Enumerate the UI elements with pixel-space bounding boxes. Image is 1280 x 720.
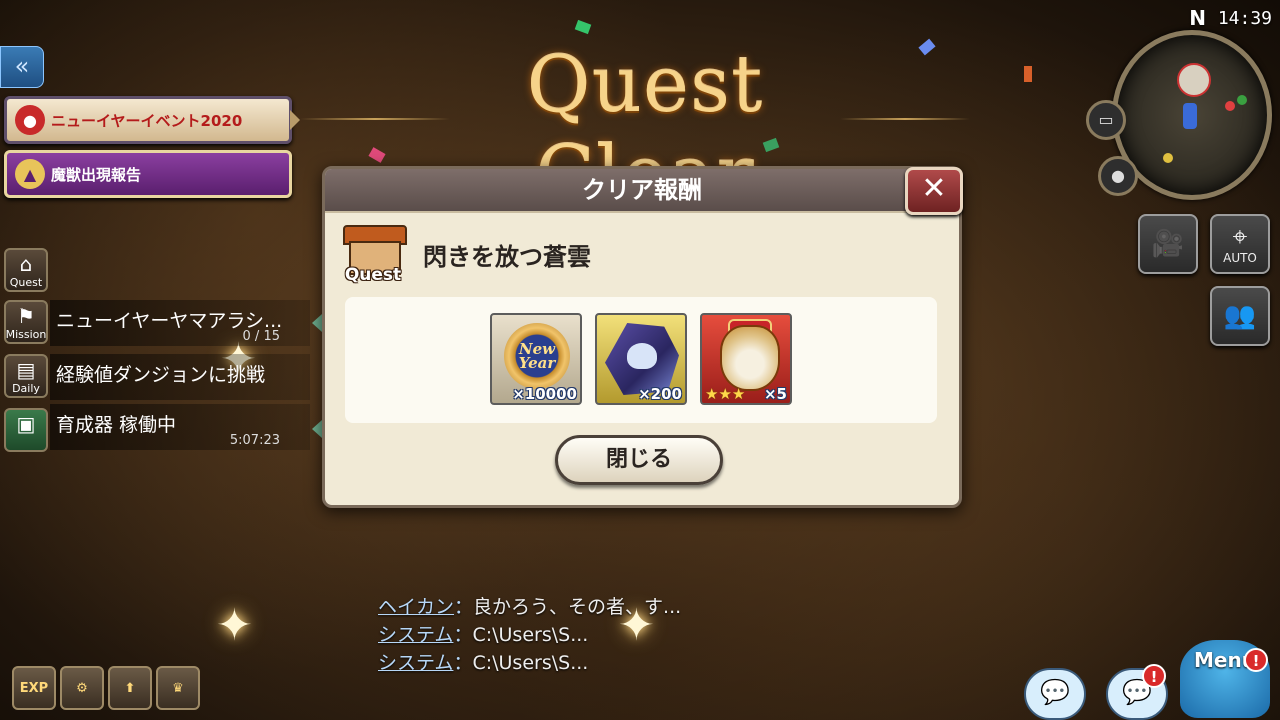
reward-quantity: ×10000 [512,385,577,403]
event-banner-2-label: 魔獣出現報告 [51,165,142,184]
skill-button[interactable]: ⚙ [60,666,104,710]
chat-separator: ： [453,624,473,646]
beast-report-banner[interactable]: ▲ 魔獣出現報告 [4,150,292,198]
new-year-coin-icon: New Year [504,323,570,389]
dragon-head-icon [627,343,657,369]
reward-list: New Year ×10000 ×200 ★★★ ×5 [345,297,937,423]
new-year-event-banner[interactable]: ● ニューイヤーイベント2020 [4,96,292,144]
reward-quantity: ×5 [763,385,787,403]
chat-notification-badge: ! [1142,664,1166,688]
auto-label: AUTO [1223,251,1257,265]
chat-line: システム：C:\Users\S... [378,620,681,648]
close-button[interactable]: 閉じる [555,435,723,485]
mission-tab-label: Mission [5,328,47,341]
party-icon: 👥 [1223,301,1257,331]
daily-row-text: 経験値ダンジョンに挑戦 [56,364,266,386]
map-marker [1225,101,1235,111]
collapse-panel-button[interactable]: « [0,46,44,88]
daily-tab[interactable]: ▤ Daily [4,354,48,398]
reward-item[interactable]: ×200 [595,313,687,405]
chat-message: C:\Users\S... [472,652,589,674]
quest-reward-dialog: クリア報酬 ✕ Quest 閃きを放つ蒼雲 New Year ×10000 ×2… [322,166,963,508]
clock: 14:39 [1217,8,1272,29]
party-button[interactable]: 👥 [1210,286,1270,346]
incubator-row[interactable]: 育成器 稼働中 5:07:23 [50,404,310,450]
reward-item[interactable]: ★★★ ×5 [700,313,792,405]
camera-icon: 🎥 [1151,229,1185,259]
quest-tab[interactable]: ⌂ Quest [4,248,48,292]
quest-name: 閃きを放つ蒼雲 [423,243,591,271]
compass-north-label: N [1189,6,1206,30]
mission-icon: ⚑ [17,304,35,328]
map-marker [1177,63,1211,97]
chat-speaker[interactable]: ヘイカン [378,596,454,618]
map-marker [1237,95,1247,105]
daily-scroll-icon: ▤ [16,358,36,382]
map-toggle-button[interactable]: ▭ [1086,100,1126,140]
daily-tab-label: Daily [12,382,40,395]
mission-progress: 0 / 15 [242,329,280,344]
map-marker [1183,103,1197,129]
chat-separator: ： [454,596,474,618]
close-x-button[interactable]: ✕ [905,167,963,215]
confetti-piece [1024,66,1032,82]
chat-message: C:\Users\S... [472,624,589,646]
incubator-icon: ▣ [16,412,36,436]
banner-expand-arrow-icon[interactable] [290,110,300,130]
auto-target-icon: ⌖ [1232,222,1248,252]
row-pin-icon [312,314,322,332]
chat-speaker[interactable]: システム [378,624,453,646]
incubator-row-text: 育成器 稼働中 [56,414,177,436]
quest-badge-icon: Quest [341,225,407,289]
chat-line: ヘイカン：良かろう、その者、す... [378,592,681,620]
quest-house-icon: ⌂ [19,252,33,276]
chat-speaker[interactable]: システム [378,652,453,674]
chat-line: システム：C:\Users\S... [378,648,681,676]
map-marker [1163,153,1173,163]
equipment-upgrade-button[interactable]: ⬆ [108,666,152,710]
daruma-icon: ● [15,105,45,135]
quest-tab-label: Quest [9,276,43,289]
incubator-tab[interactable]: ▣ [4,408,48,452]
reward-item[interactable]: New Year ×10000 [490,313,582,405]
rarity-stars: ★★★ [705,385,746,403]
chat-message: 良かろう、その者、す... [473,596,682,618]
chat-separator: ： [453,652,473,674]
sparkle-icon: ✦ [216,600,253,651]
confetti-piece [574,19,592,35]
exp-boost-button[interactable]: EXP [12,666,56,710]
incubator-timer: 5:07:23 [229,433,280,448]
lucky-bag-icon [720,325,780,391]
reward-quantity: ×200 [638,385,682,403]
camera-button[interactable]: 🎥 [1138,214,1198,274]
confetti-piece [918,38,936,56]
row-pin-icon [312,420,322,438]
chat-log: ヘイカン：良かろう、その者、す... システム：C:\Users\S... シス… [378,592,681,676]
ranking-button[interactable]: ♛ [156,666,200,710]
emote-button[interactable]: 💬 [1024,668,1086,720]
map-character-button[interactable]: ● [1098,156,1138,196]
menu-notification-badge: ! [1244,648,1268,672]
auto-button[interactable]: ⌖ AUTO [1210,214,1270,274]
dialog-title: クリア報酬 [325,169,959,213]
mission-tab[interactable]: ⚑ Mission [4,300,48,344]
quest-badge-label: Quest [344,265,402,285]
event-banner-1-label: ニューイヤーイベント2020 [51,111,243,130]
beast-icon: ▲ [15,159,45,189]
title-rule-left [300,118,450,120]
mission-row[interactable]: ニューイヤーヤマアラシ... 0 / 15 [50,300,310,346]
confetti-piece [368,147,386,163]
daily-row[interactable]: 経験値ダンジョンに挑戦 [50,354,310,400]
